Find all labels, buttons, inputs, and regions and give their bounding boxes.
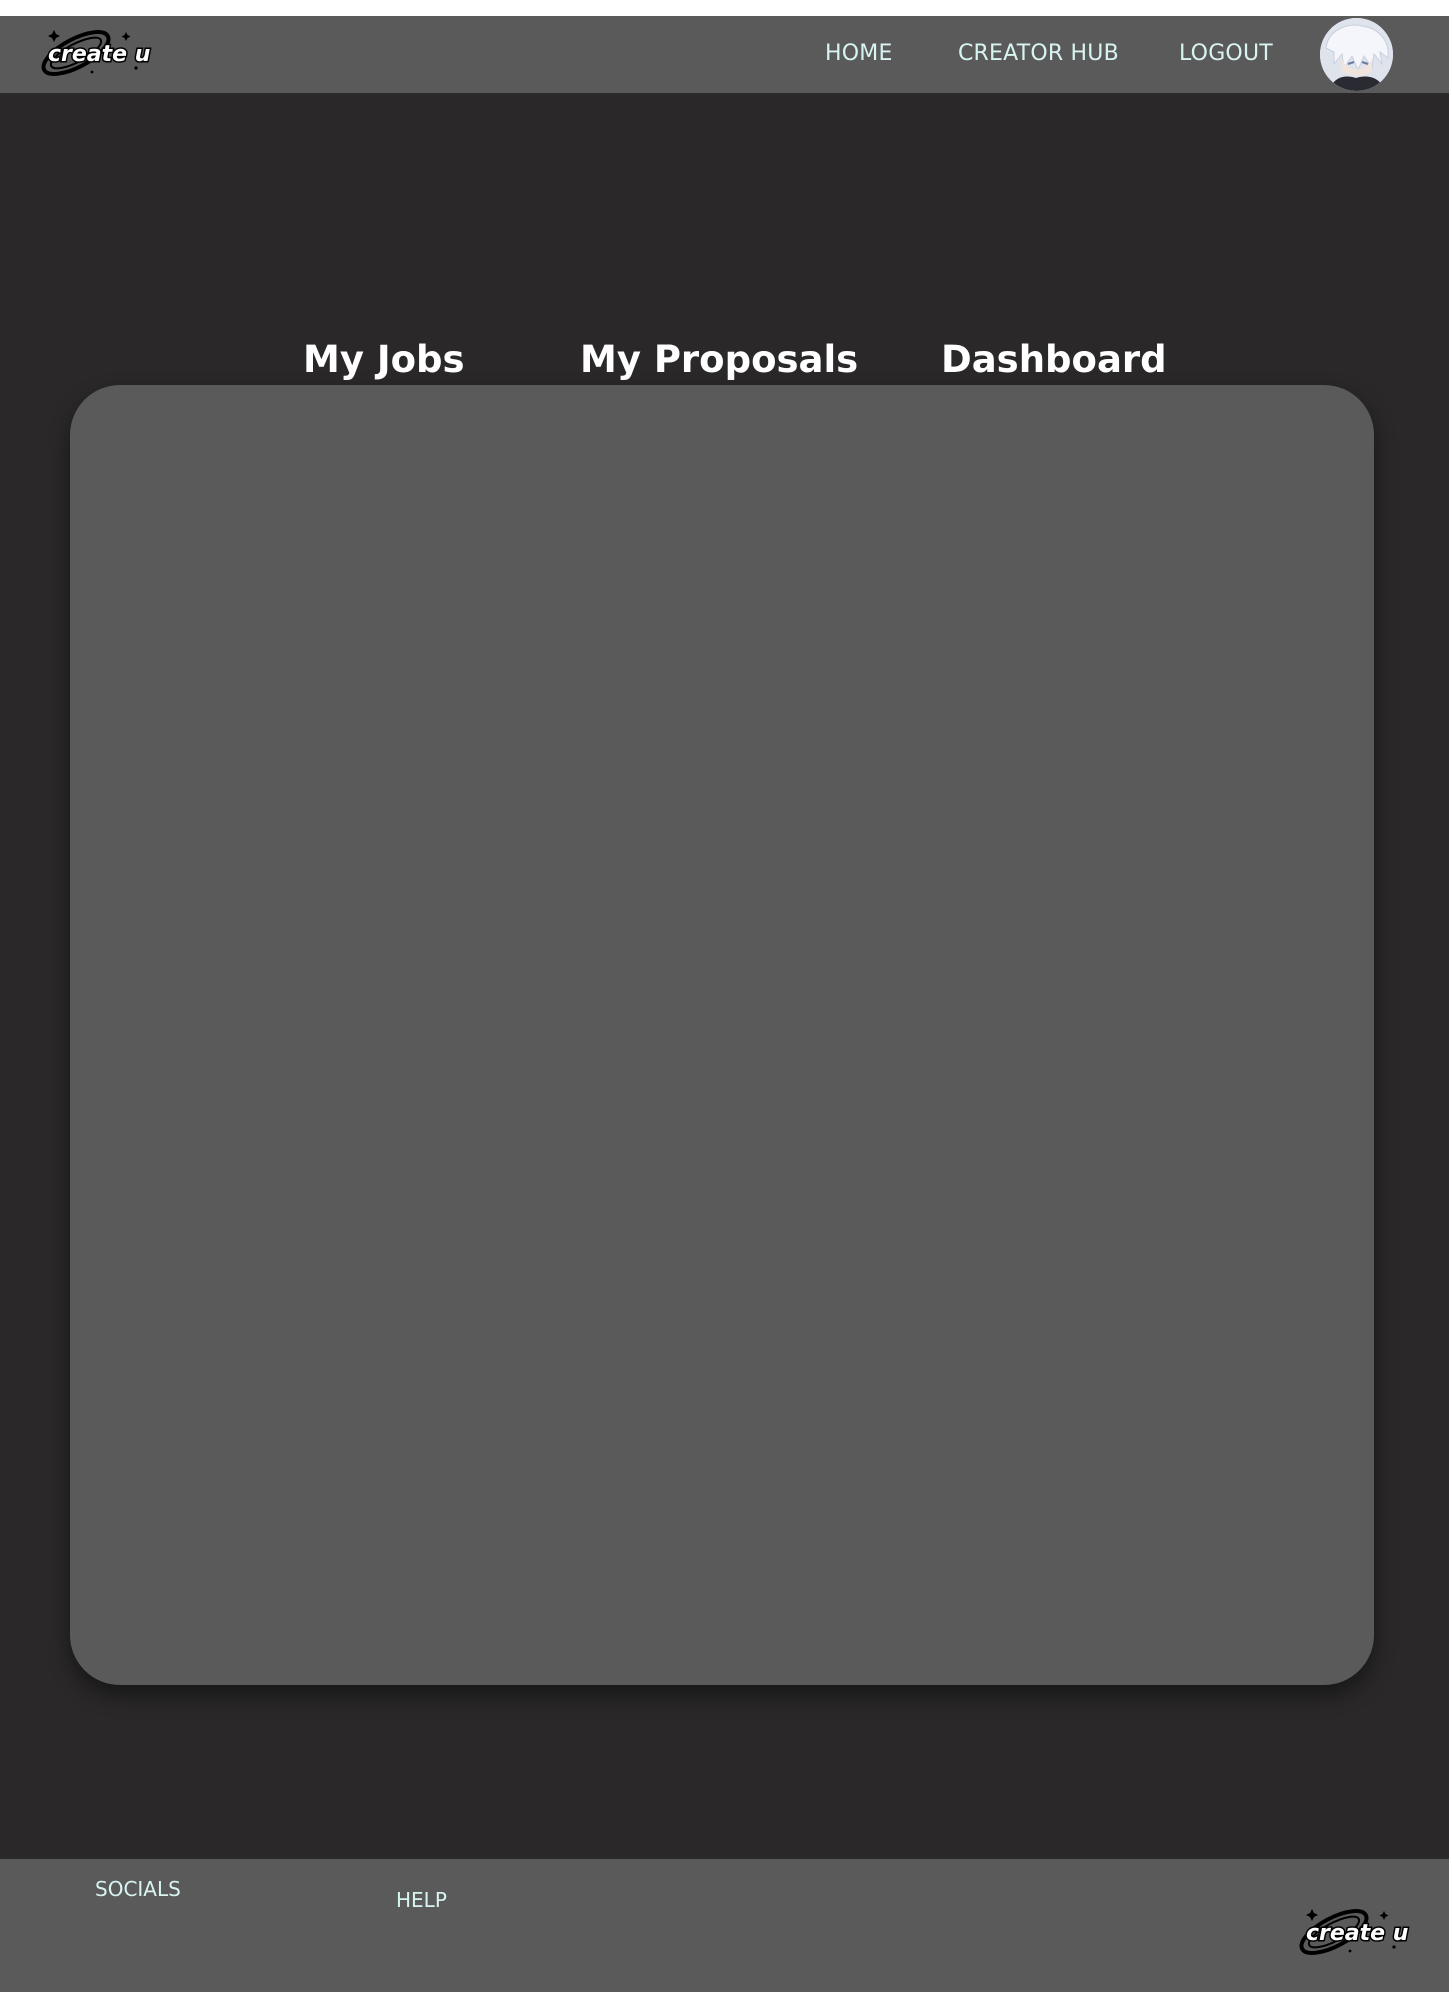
nav-home-link[interactable]: HOME	[825, 38, 893, 70]
svg-text:create u: create u	[48, 42, 150, 67]
nav-logout-link[interactable]: LOGOUT	[1179, 38, 1273, 70]
footer-help-link[interactable]: HELP	[396, 1888, 447, 1912]
footer-socials-link[interactable]: SOCIALS	[95, 1877, 181, 1901]
user-avatar-icon[interactable]	[1320, 18, 1393, 91]
tab-my-proposals[interactable]: My Proposals	[580, 334, 858, 386]
footer-logo-icon[interactable]: create u	[1294, 1899, 1418, 1965]
top-nav-bar: create u HOME CREATOR HUB LOGOUT	[0, 16, 1449, 93]
create-u-logo-icon[interactable]: create u	[36, 20, 160, 86]
svg-text:create u: create u	[1306, 1921, 1408, 1946]
page-background: create u HOME CREATOR HUB LOGOUT My Jobs…	[0, 16, 1449, 1992]
tab-dashboard[interactable]: Dashboard	[941, 334, 1167, 386]
nav-creator-hub-link[interactable]: CREATOR HUB	[958, 38, 1119, 70]
content-panel	[70, 385, 1374, 1685]
footer-bar: SOCIALS HELP create u	[0, 1859, 1449, 1992]
tab-my-jobs[interactable]: My Jobs	[303, 334, 465, 386]
